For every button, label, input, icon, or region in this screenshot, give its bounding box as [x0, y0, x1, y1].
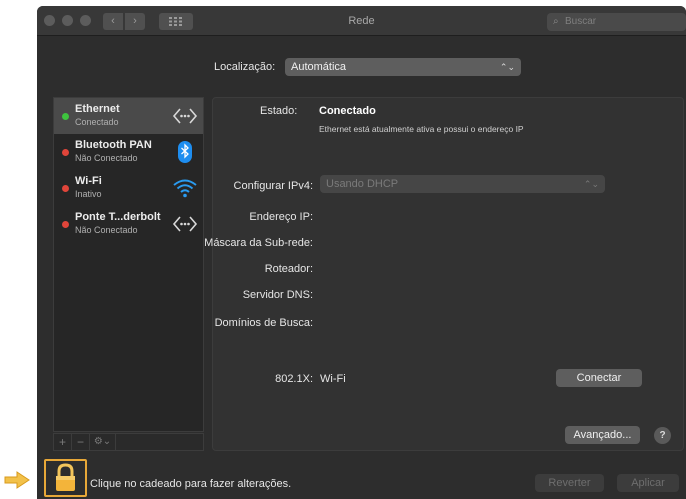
- service-name: Wi-Fi: [75, 175, 102, 187]
- chevron-updown-icon: ⌃⌄: [583, 179, 599, 189]
- router-label: Roteador:: [264, 263, 313, 275]
- advanced-button[interactable]: Avançado...: [565, 426, 640, 444]
- dot1x-value: Wi-Fi: [320, 373, 346, 385]
- service-list-toolbar: + − ⚙⌄: [53, 433, 204, 451]
- search-field[interactable]: ⌕ Buscar: [547, 13, 686, 31]
- state-label: Estado:: [260, 105, 298, 117]
- service-item-bluetooth-pan[interactable]: Bluetooth PAN Não Conectado: [54, 134, 203, 170]
- state-description: Ethernet está atualmente ativa e possui …: [319, 124, 524, 134]
- bluetooth-icon: [178, 141, 192, 163]
- help-button[interactable]: ?: [654, 427, 671, 444]
- service-name: Bluetooth PAN: [75, 139, 152, 151]
- service-item-ethernet[interactable]: Ethernet Conectado: [54, 98, 203, 134]
- remove-service-button[interactable]: −: [72, 434, 90, 450]
- service-name: Ethernet: [75, 103, 120, 115]
- search-domains-label: Domínios de Busca:: [214, 317, 313, 329]
- lock-instruction-text: Clique no cadeado para fazer alterações.: [90, 478, 292, 490]
- ethernet-arrows-icon: [172, 108, 198, 124]
- ipv4-select[interactable]: Usando DHCP ⌃⌄: [320, 175, 605, 193]
- subnet-mask-label: Máscara da Sub-rede:: [204, 237, 313, 249]
- title-bar: ‹ › Rede ⌕ Buscar: [37, 6, 686, 36]
- status-dot: [62, 221, 69, 228]
- gear-icon[interactable]: ⚙⌄: [90, 434, 116, 450]
- location-label: Localização:: [214, 61, 276, 73]
- pointer-arrow-icon: [4, 471, 30, 489]
- lock-icon: [56, 463, 75, 491]
- status-dot: [62, 185, 69, 192]
- apply-button[interactable]: Aplicar: [617, 474, 679, 492]
- status-dot: [62, 113, 69, 120]
- state-value: Conectado: [319, 105, 376, 117]
- add-service-button[interactable]: +: [54, 434, 72, 450]
- service-status: Conectado: [75, 117, 119, 127]
- service-status: Não Conectado: [75, 225, 138, 235]
- revert-button[interactable]: Reverter: [535, 474, 604, 492]
- location-value: Automática: [291, 61, 347, 73]
- service-status: Não Conectado: [75, 153, 138, 163]
- dot1x-label: 802.1X:: [275, 373, 313, 385]
- service-status: Inativo: [75, 189, 102, 199]
- search-icon: ⌕: [553, 16, 559, 27]
- ipv4-value: Usando DHCP: [326, 178, 399, 190]
- status-dot: [62, 149, 69, 156]
- lock-button[interactable]: [44, 459, 87, 497]
- chevron-updown-icon: ⌃⌄: [499, 62, 515, 72]
- location-select[interactable]: Automática ⌃⌄: [285, 58, 521, 76]
- connect-button[interactable]: Conectar: [556, 369, 642, 387]
- service-name: Ponte T...derbolt: [75, 211, 161, 223]
- ip-address-label: Endereço IP:: [249, 211, 313, 223]
- dns-server-label: Servidor DNS:: [242, 289, 313, 301]
- ipv4-label: Configurar IPv4:: [233, 180, 313, 192]
- search-placeholder: Buscar: [565, 16, 597, 27]
